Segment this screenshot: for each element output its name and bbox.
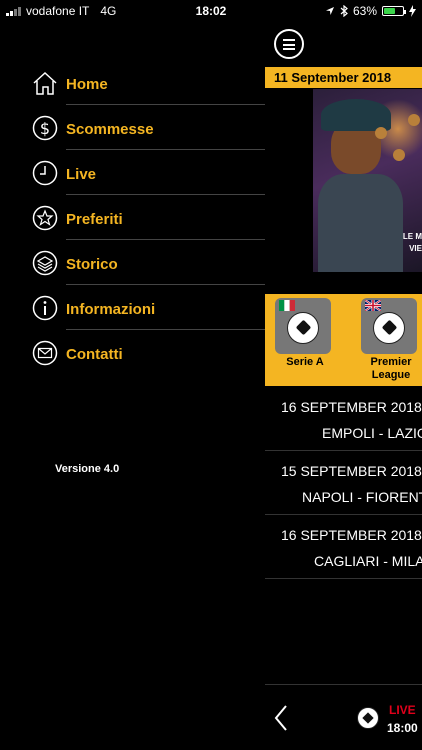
soccer-ball-icon — [287, 312, 319, 344]
hamburger-line — [283, 48, 295, 50]
banner-character-body — [318, 174, 403, 272]
date-header: 11 September 2018 — [265, 67, 422, 88]
menu-item-label: Home — [66, 76, 108, 93]
match-date: 15 SEPTEMBER 2018 - — [281, 463, 422, 479]
coin-icon — [408, 114, 420, 126]
league-tile — [275, 298, 331, 354]
dollar-icon: $ — [32, 115, 58, 141]
battery-fill — [384, 8, 395, 14]
league-tile — [361, 298, 417, 354]
status-bar: vodafone IT 4G 18:02 63% — [0, 0, 422, 22]
promo-banner[interactable]: LE M VIE — [313, 89, 422, 272]
menu-item-label: Preferiti — [66, 211, 123, 228]
menu-item-label: Storico — [66, 256, 118, 273]
coin-icon — [375, 127, 387, 139]
match-teams: CAGLIARI - MILA — [314, 553, 422, 569]
version-label: Versione 4.0 — [55, 463, 120, 475]
hamburger-line — [283, 39, 295, 41]
location-icon — [325, 7, 334, 15]
charging-icon — [409, 5, 416, 17]
menu-item-contatti[interactable]: Contatti — [0, 330, 265, 375]
uk-flag-icon — [365, 300, 381, 311]
live-label[interactable]: LIVE — [389, 703, 416, 717]
league-strip: Serie A Premier League — [265, 294, 422, 386]
menu-item-label: Informazioni — [66, 301, 156, 318]
banner-text: LE M VIE — [402, 232, 422, 253]
layers-icon — [32, 250, 58, 276]
soccer-ball-icon — [373, 312, 405, 344]
clock-icon — [32, 160, 58, 186]
soccer-ball-icon[interactable] — [357, 707, 379, 729]
hamburger-line — [283, 43, 295, 46]
bottom-bar: LIVE 18:00 — [265, 684, 422, 750]
league-premier-league[interactable]: Premier League — [351, 298, 422, 386]
home-icon — [33, 71, 57, 95]
italy-flag-icon — [279, 300, 295, 311]
match-row[interactable]: 16 SEPTEMBER 2018 - CAGLIARI - MILA — [265, 515, 422, 579]
svg-text:$: $ — [40, 119, 50, 138]
mail-icon — [32, 340, 58, 366]
menu-item-scommesse[interactable]: $ Scommesse — [0, 105, 265, 150]
menu-item-informazioni[interactable]: Informazioni — [0, 285, 265, 330]
hamburger-menu-button[interactable] — [274, 29, 304, 59]
menu-item-home[interactable]: Home — [0, 60, 265, 105]
menu-item-storico[interactable]: Storico — [0, 240, 265, 285]
menu-item-label: Contatti — [66, 346, 123, 363]
star-icon — [32, 205, 58, 231]
league-serie-a[interactable]: Serie A — [265, 298, 345, 386]
info-icon — [32, 295, 58, 321]
menu-item-live[interactable]: Live — [0, 150, 265, 195]
league-label: Premier League — [370, 356, 412, 381]
status-right: 63% — [325, 4, 416, 18]
menu-item-label: Live — [66, 166, 97, 183]
match-row[interactable]: 15 SEPTEMBER 2018 - NAPOLI - FIORENT — [265, 451, 422, 515]
live-time: 18:00 — [387, 721, 418, 735]
back-chevron-icon[interactable] — [271, 703, 291, 733]
match-date: 16 SEPTEMBER 2018 - — [281, 399, 422, 415]
bluetooth-icon — [340, 5, 348, 17]
league-label: Serie A — [286, 356, 324, 368]
battery-percent: 63% — [352, 4, 377, 18]
match-teams: NAPOLI - FIORENT — [302, 489, 422, 505]
coin-icon — [393, 149, 405, 161]
match-date: 16 SEPTEMBER 2018 - — [281, 527, 422, 543]
match-teams: EMPOLI - LAZIO — [322, 425, 422, 441]
menu-item-label: Scommesse — [66, 121, 154, 138]
menu-item-preferiti[interactable]: Preferiti — [0, 195, 265, 240]
match-row[interactable]: 16 SEPTEMBER 2018 - EMPOLI - LAZIO — [265, 387, 422, 451]
main-content-panel: 11 September 2018 LE M VIE Serie A Premi… — [265, 22, 422, 750]
battery-icon — [382, 6, 406, 16]
